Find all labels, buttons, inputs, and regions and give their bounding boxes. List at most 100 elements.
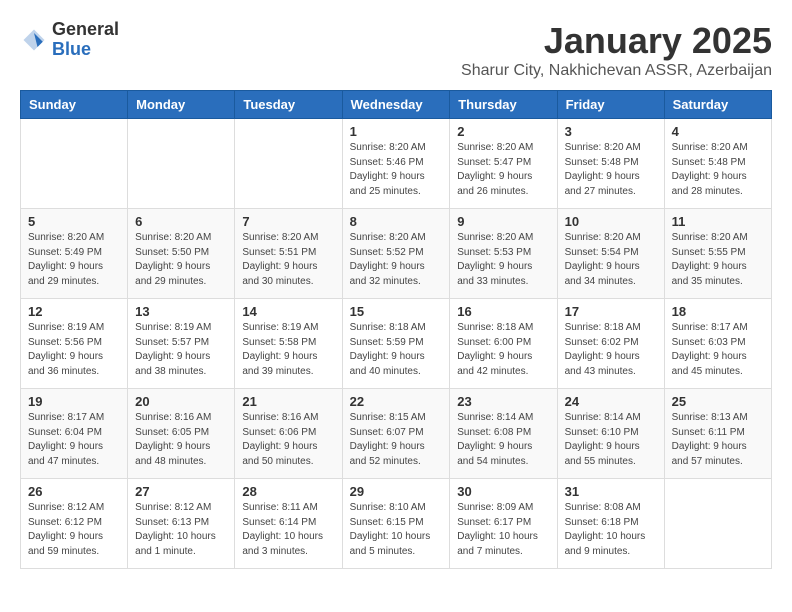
day-number: 28 — [242, 484, 334, 499]
calendar-cell — [21, 119, 128, 209]
day-info: Sunrise: 8:19 AM Sunset: 5:58 PM Dayligh… — [242, 321, 334, 379]
day-info: Sunrise: 8:13 AM Sunset: 6:11 PM Dayligh… — [672, 411, 764, 469]
day-info: Sunrise: 8:18 AM Sunset: 5:59 PM Dayligh… — [350, 321, 443, 379]
month-title: January 2025 — [461, 20, 772, 62]
weekday-header: Thursday — [450, 91, 557, 119]
calendar-cell: 1 Sunrise: 8:20 AM Sunset: 5:46 PM Daylig… — [342, 119, 450, 209]
weekday-header: Tuesday — [235, 91, 342, 119]
calendar-cell: 4 Sunrise: 8:20 AM Sunset: 5:48 PM Daylig… — [664, 119, 771, 209]
day-number: 13 — [135, 304, 227, 319]
calendar-cell: 7 Sunrise: 8:20 AM Sunset: 5:51 PM Daylig… — [235, 209, 342, 299]
day-info: Sunrise: 8:20 AM Sunset: 5:47 PM Dayligh… — [457, 141, 549, 199]
day-number: 10 — [565, 214, 657, 229]
day-info: Sunrise: 8:16 AM Sunset: 6:06 PM Dayligh… — [242, 411, 334, 469]
day-info: Sunrise: 8:09 AM Sunset: 6:17 PM Dayligh… — [457, 501, 549, 559]
calendar-cell: 28 Sunrise: 8:11 AM Sunset: 6:14 PM Dayli… — [235, 479, 342, 569]
day-number: 15 — [350, 304, 443, 319]
day-number: 7 — [242, 214, 334, 229]
day-info: Sunrise: 8:20 AM Sunset: 5:46 PM Dayligh… — [350, 141, 443, 199]
day-info: Sunrise: 8:20 AM Sunset: 5:49 PM Dayligh… — [28, 231, 120, 289]
calendar-cell: 11Sunrise: 8:20 AM Sunset: 5:55 PM Dayli… — [664, 209, 771, 299]
calendar-cell: 30 Sunrise: 8:09 AM Sunset: 6:17 PM Dayli… — [450, 479, 557, 569]
calendar-week-row: 26 Sunrise: 8:12 AM Sunset: 6:12 PM Dayli… — [21, 479, 772, 569]
calendar-cell — [664, 479, 771, 569]
day-info: Sunrise: 8:18 AM Sunset: 6:00 PM Dayligh… — [457, 321, 549, 379]
day-number: 14 — [242, 304, 334, 319]
day-number: 17 — [565, 304, 657, 319]
day-info: Sunrise: 8:08 AM Sunset: 6:18 PM Dayligh… — [565, 501, 657, 559]
calendar-cell: 29 Sunrise: 8:10 AM Sunset: 6:15 PM Dayli… — [342, 479, 450, 569]
day-number: 29 — [350, 484, 443, 499]
calendar-cell: 15 Sunrise: 8:18 AM Sunset: 5:59 PM Dayli… — [342, 299, 450, 389]
day-number: 20 — [135, 394, 227, 409]
day-info: Sunrise: 8:19 AM Sunset: 5:57 PM Dayligh… — [135, 321, 227, 379]
calendar-cell: 31 Sunrise: 8:08 AM Sunset: 6:18 PM Dayli… — [557, 479, 664, 569]
day-number: 19 — [28, 394, 120, 409]
calendar-cell: 16 Sunrise: 8:18 AM Sunset: 6:00 PM Dayli… — [450, 299, 557, 389]
day-info: Sunrise: 8:15 AM Sunset: 6:07 PM Dayligh… — [350, 411, 443, 469]
location-title: Sharur City, Nakhichevan ASSR, Azerbaija… — [461, 62, 772, 80]
calendar-cell: 18Sunrise: 8:17 AM Sunset: 6:03 PM Dayli… — [664, 299, 771, 389]
day-number: 26 — [28, 484, 120, 499]
day-info: Sunrise: 8:12 AM Sunset: 6:13 PM Dayligh… — [135, 501, 227, 559]
day-number: 1 — [350, 124, 443, 139]
day-number: 16 — [457, 304, 549, 319]
calendar-cell: 20 Sunrise: 8:16 AM Sunset: 6:05 PM Dayli… — [128, 389, 235, 479]
calendar-cell — [128, 119, 235, 209]
day-info: Sunrise: 8:20 AM Sunset: 5:54 PM Dayligh… — [565, 231, 657, 289]
day-info: Sunrise: 8:10 AM Sunset: 6:15 PM Dayligh… — [350, 501, 443, 559]
calendar-cell: 5Sunrise: 8:20 AM Sunset: 5:49 PM Daylig… — [21, 209, 128, 299]
calendar-cell: 12Sunrise: 8:19 AM Sunset: 5:56 PM Dayli… — [21, 299, 128, 389]
day-number: 12 — [28, 304, 120, 319]
day-info: Sunrise: 8:14 AM Sunset: 6:08 PM Dayligh… — [457, 411, 549, 469]
day-number: 30 — [457, 484, 549, 499]
calendar-cell: 17 Sunrise: 8:18 AM Sunset: 6:02 PM Dayli… — [557, 299, 664, 389]
calendar-week-row: 12Sunrise: 8:19 AM Sunset: 5:56 PM Dayli… — [21, 299, 772, 389]
page-header: General Blue January 2025 Sharur City, N… — [20, 20, 772, 80]
day-info: Sunrise: 8:20 AM Sunset: 5:55 PM Dayligh… — [672, 231, 764, 289]
weekday-header: Wednesday — [342, 91, 450, 119]
day-number: 9 — [457, 214, 549, 229]
day-number: 25 — [672, 394, 764, 409]
day-info: Sunrise: 8:20 AM Sunset: 5:52 PM Dayligh… — [350, 231, 443, 289]
calendar-week-row: 19 Sunrise: 8:17 AM Sunset: 6:04 PM Dayli… — [21, 389, 772, 479]
calendar-week-row: 1 Sunrise: 8:20 AM Sunset: 5:46 PM Daylig… — [21, 119, 772, 209]
day-number: 27 — [135, 484, 227, 499]
logo-icon — [20, 26, 48, 54]
calendar-week-row: 5Sunrise: 8:20 AM Sunset: 5:49 PM Daylig… — [21, 209, 772, 299]
calendar-cell: 8Sunrise: 8:20 AM Sunset: 5:52 PM Daylig… — [342, 209, 450, 299]
weekday-header: Saturday — [664, 91, 771, 119]
day-info: Sunrise: 8:18 AM Sunset: 6:02 PM Dayligh… — [565, 321, 657, 379]
calendar-cell: 6 Sunrise: 8:20 AM Sunset: 5:50 PM Daylig… — [128, 209, 235, 299]
calendar-cell: 25 Sunrise: 8:13 AM Sunset: 6:11 PM Dayli… — [664, 389, 771, 479]
day-number: 6 — [135, 214, 227, 229]
day-info: Sunrise: 8:20 AM Sunset: 5:50 PM Dayligh… — [135, 231, 227, 289]
day-number: 24 — [565, 394, 657, 409]
calendar-cell: 13 Sunrise: 8:19 AM Sunset: 5:57 PM Dayli… — [128, 299, 235, 389]
calendar-cell: 21 Sunrise: 8:16 AM Sunset: 6:06 PM Dayli… — [235, 389, 342, 479]
day-info: Sunrise: 8:17 AM Sunset: 6:04 PM Dayligh… — [28, 411, 120, 469]
day-info: Sunrise: 8:20 AM Sunset: 5:48 PM Dayligh… — [672, 141, 764, 199]
day-info: Sunrise: 8:11 AM Sunset: 6:14 PM Dayligh… — [242, 501, 334, 559]
calendar-cell: 9Sunrise: 8:20 AM Sunset: 5:53 PM Daylig… — [450, 209, 557, 299]
calendar-cell: 10 Sunrise: 8:20 AM Sunset: 5:54 PM Dayli… — [557, 209, 664, 299]
weekday-header: Sunday — [21, 91, 128, 119]
calendar-cell: 24 Sunrise: 8:14 AM Sunset: 6:10 PM Dayli… — [557, 389, 664, 479]
calendar-cell: 26 Sunrise: 8:12 AM Sunset: 6:12 PM Dayli… — [21, 479, 128, 569]
day-number: 21 — [242, 394, 334, 409]
day-info: Sunrise: 8:14 AM Sunset: 6:10 PM Dayligh… — [565, 411, 657, 469]
weekday-header: Friday — [557, 91, 664, 119]
calendar-table: SundayMondayTuesdayWednesdayThursdayFrid… — [20, 90, 772, 569]
day-info: Sunrise: 8:20 AM Sunset: 5:51 PM Dayligh… — [242, 231, 334, 289]
weekday-header: Monday — [128, 91, 235, 119]
day-info: Sunrise: 8:16 AM Sunset: 6:05 PM Dayligh… — [135, 411, 227, 469]
calendar-cell — [235, 119, 342, 209]
day-info: Sunrise: 8:17 AM Sunset: 6:03 PM Dayligh… — [672, 321, 764, 379]
day-number: 4 — [672, 124, 764, 139]
calendar-cell: 27 Sunrise: 8:12 AM Sunset: 6:13 PM Dayli… — [128, 479, 235, 569]
day-number: 31 — [565, 484, 657, 499]
logo-general-text: General — [52, 20, 119, 40]
day-number: 3 — [565, 124, 657, 139]
day-info: Sunrise: 8:12 AM Sunset: 6:12 PM Dayligh… — [28, 501, 120, 559]
weekday-header-row: SundayMondayTuesdayWednesdayThursdayFrid… — [21, 91, 772, 119]
